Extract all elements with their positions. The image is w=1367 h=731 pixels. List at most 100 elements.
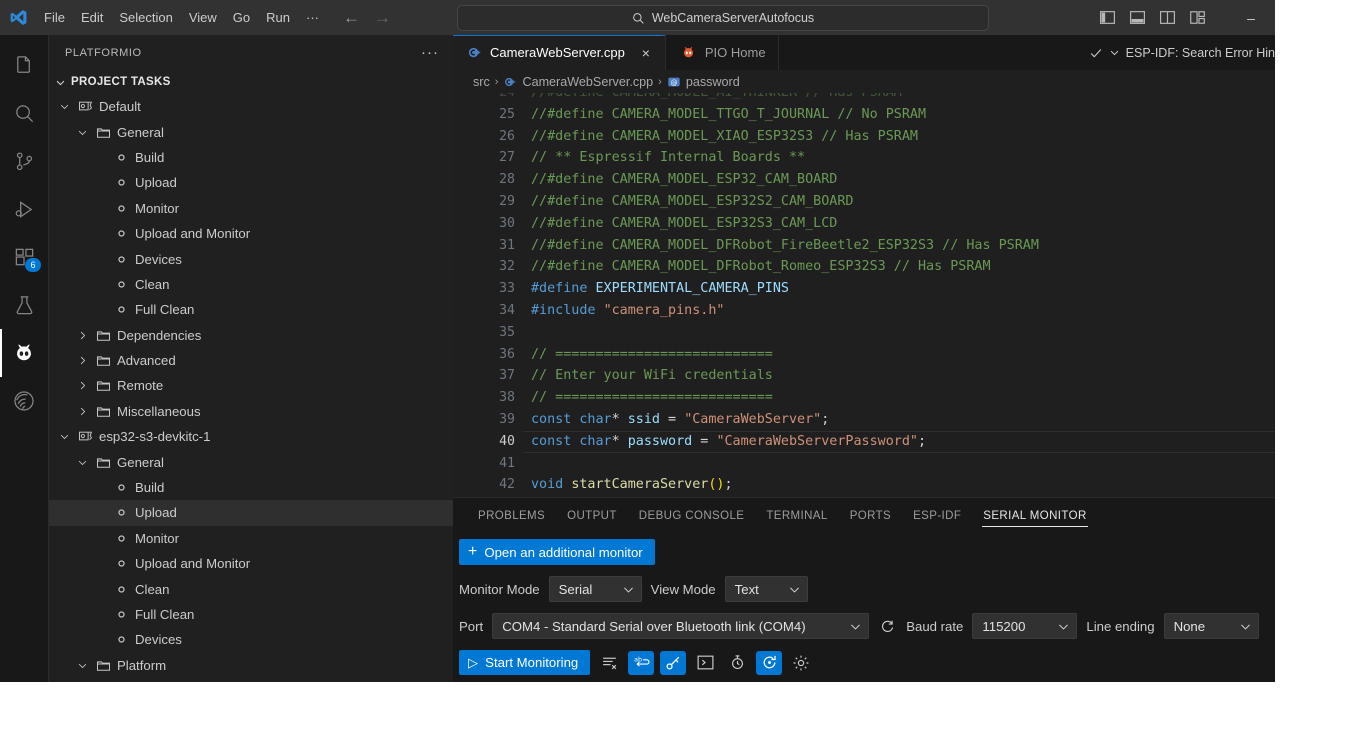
check-icon[interactable]: [1089, 46, 1103, 60]
chevron-right-icon[interactable]: [75, 330, 89, 341]
code-line[interactable]: 33 #define EXPERIMENTAL_CAMERA_PINS: [453, 278, 1275, 300]
code-line[interactable]: 42 void startCameraServer();: [453, 474, 1275, 496]
window-minimize-button[interactable]: –: [1241, 10, 1261, 26]
activity-item-testing[interactable]: [0, 281, 48, 329]
tree-item-devices[interactable]: Devices: [49, 246, 453, 271]
tree-item-miscellaneous[interactable]: Miscellaneous: [49, 399, 453, 424]
code-line[interactable]: 28 //#define CAMERA_MODEL_ESP32_CAM_BOARD: [453, 169, 1275, 191]
breadcrumb-item-file[interactable]: CameraWebServer.cpp: [522, 75, 653, 89]
code-line[interactable]: 32 //#define CAMERA_MODEL_DFRobot_Romeo_E…: [453, 256, 1275, 278]
chevron-right-icon[interactable]: [75, 355, 89, 366]
monitor-history-icon[interactable]: [724, 651, 750, 675]
tree-item-clean[interactable]: Clean: [49, 576, 453, 601]
tree-item-upload[interactable]: Upload: [49, 170, 453, 195]
code-line[interactable]: 35: [453, 322, 1275, 344]
command-center-search[interactable]: WebCameraServerAutofocus: [457, 5, 989, 31]
activity-item-run-and-debug[interactable]: [0, 185, 48, 233]
toggle-panel-icon[interactable]: [1129, 9, 1146, 26]
code-line[interactable]: 25 //#define CAMERA_MODEL_TTGO_T_JOURNAL …: [453, 104, 1275, 126]
baud-rate-select[interactable]: 115200: [972, 613, 1078, 639]
tab-pio-home[interactable]: PIO Home: [665, 35, 779, 70]
tree-item-upload[interactable]: Upload: [49, 500, 453, 526]
tab-camerawebserver-cpp[interactable]: CameraWebServer.cpp ×: [453, 35, 666, 70]
clear-output-icon[interactable]: [596, 651, 622, 675]
chevron-down-icon[interactable]: [57, 431, 71, 442]
tree-item-devices[interactable]: Devices: [49, 627, 453, 652]
tree-item-full-clean[interactable]: Full Clean: [49, 297, 453, 322]
code-line[interactable]: 37 // Enter your WiFi credentials: [453, 365, 1275, 387]
tree-item-default[interactable]: Default: [49, 94, 453, 119]
panel-tab-problems[interactable]: PROBLEMS: [467, 498, 556, 533]
refresh-icon[interactable]: [878, 619, 897, 634]
close-icon[interactable]: ×: [639, 45, 653, 61]
chevron-down-icon[interactable]: [75, 660, 89, 671]
tree-item-advanced[interactable]: Advanced: [49, 348, 453, 373]
auto-reconnect-icon[interactable]: [756, 650, 783, 675]
chevron-down-icon[interactable]: [75, 457, 89, 468]
tree-item-remote[interactable]: Remote: [49, 373, 453, 398]
chevron-right-icon[interactable]: [75, 406, 89, 417]
code-line[interactable]: 26 //#define CAMERA_MODEL_XIAO_ESP32S3 //…: [453, 126, 1275, 148]
line-ending-select[interactable]: None: [1163, 613, 1259, 639]
toggle-timestamp-icon[interactable]: [660, 650, 687, 675]
code-line[interactable]: 30 //#define CAMERA_MODEL_ESP32S3_CAM_LCD: [453, 213, 1275, 235]
esp-idf-status-label[interactable]: ESP-IDF: Search Error Hin: [1126, 46, 1275, 60]
code-line[interactable]: 40 const char* password = "CameraWebServe…: [453, 430, 1275, 453]
activity-item-search[interactable]: [0, 89, 48, 137]
tree-item-full-clean[interactable]: Full Clean: [49, 602, 453, 627]
open-additional-monitor-button[interactable]: + Open an additional monitor: [459, 539, 655, 565]
tree-item-build[interactable]: Build: [49, 475, 453, 500]
panel-tab-output[interactable]: OUTPUT: [556, 498, 628, 533]
code-editor[interactable]: 24//#define CAMERA_MODEL_AI_THINKER // H…: [453, 93, 1275, 497]
chevron-right-icon[interactable]: [75, 380, 89, 391]
activity-item-extensions[interactable]: 6: [0, 233, 48, 281]
menu-view[interactable]: View: [181, 7, 225, 28]
view-mode-select[interactable]: Text: [724, 576, 808, 602]
panel-tab-serial-monitor[interactable]: SERIAL MONITOR: [972, 498, 1097, 533]
tree-item-monitor[interactable]: Monitor: [49, 196, 453, 221]
tree-item-build[interactable]: Build: [49, 145, 453, 170]
settings-gear-icon[interactable]: [788, 651, 814, 675]
go-back-icon[interactable]: ←: [343, 9, 360, 26]
customize-layout-icon[interactable]: [1189, 9, 1206, 26]
activity-item-explorer[interactable]: [0, 41, 48, 89]
toggle-secondary-sidebar-icon[interactable]: [1159, 9, 1176, 26]
code-line[interactable]: 38 // ===========================: [453, 387, 1275, 409]
tree-item-esp32-s3-devkitc-1[interactable]: esp32-s3-devkitc-1: [49, 424, 453, 449]
menu-more[interactable]: ···: [298, 7, 327, 28]
menu-edit[interactable]: Edit: [73, 7, 111, 28]
panel-tab-esp-idf[interactable]: ESP-IDF: [902, 498, 972, 533]
activity-item-platformio[interactable]: [0, 329, 48, 377]
code-line[interactable]: 31 //#define CAMERA_MODEL_DFRobot_FireBee…: [453, 235, 1275, 257]
code-line[interactable]: 34 #include "camera_pins.h": [453, 300, 1275, 322]
toggle-primary-sidebar-icon[interactable]: [1099, 9, 1116, 26]
menu-run[interactable]: Run: [258, 7, 298, 28]
tree-item-platform[interactable]: Platform: [49, 653, 453, 678]
start-monitoring-button[interactable]: ▷ Start Monitoring: [459, 650, 591, 675]
panel-tab-ports[interactable]: PORTS: [839, 498, 902, 533]
go-forward-icon[interactable]: →: [374, 9, 391, 26]
section-project-tasks[interactable]: PROJECT TASKS: [49, 70, 453, 94]
open-terminal-icon[interactable]: [692, 651, 718, 675]
code-line[interactable]: 41: [453, 453, 1275, 475]
port-select[interactable]: COM4 - Standard Serial over Bluetooth li…: [492, 613, 870, 639]
toggle-word-wrap-icon[interactable]: ab: [628, 650, 655, 675]
menu-file[interactable]: File: [36, 7, 73, 28]
tree-item-dependencies[interactable]: Dependencies: [49, 323, 453, 348]
tree-item-general[interactable]: General: [49, 119, 453, 144]
code-line[interactable]: 36 // ===========================: [453, 344, 1275, 366]
tree-item-general[interactable]: General: [49, 449, 453, 474]
sidebar-more-actions-button[interactable]: ···: [421, 44, 439, 61]
code-line[interactable]: 29 //#define CAMERA_MODEL_ESP32S2_CAM_BOA…: [453, 191, 1275, 213]
activity-item-source-control[interactable]: [0, 137, 48, 185]
tree-item-clean[interactable]: Clean: [49, 272, 453, 297]
tree-item-monitor[interactable]: Monitor: [49, 526, 453, 551]
activity-item-espressif-idf[interactable]: [0, 377, 48, 425]
chevron-down-icon[interactable]: [75, 127, 89, 138]
code-line[interactable]: 39 const char* ssid = "CameraWebServer";: [453, 409, 1275, 431]
menu-go[interactable]: Go: [225, 7, 258, 28]
code-line[interactable]: 27 // ** Espressif Internal Boards **: [453, 147, 1275, 169]
panel-tab-debug-console[interactable]: DEBUG CONSOLE: [628, 498, 756, 533]
tree-item-upload-and-monitor[interactable]: Upload and Monitor: [49, 551, 453, 576]
chevron-down-icon[interactable]: [1109, 47, 1120, 58]
